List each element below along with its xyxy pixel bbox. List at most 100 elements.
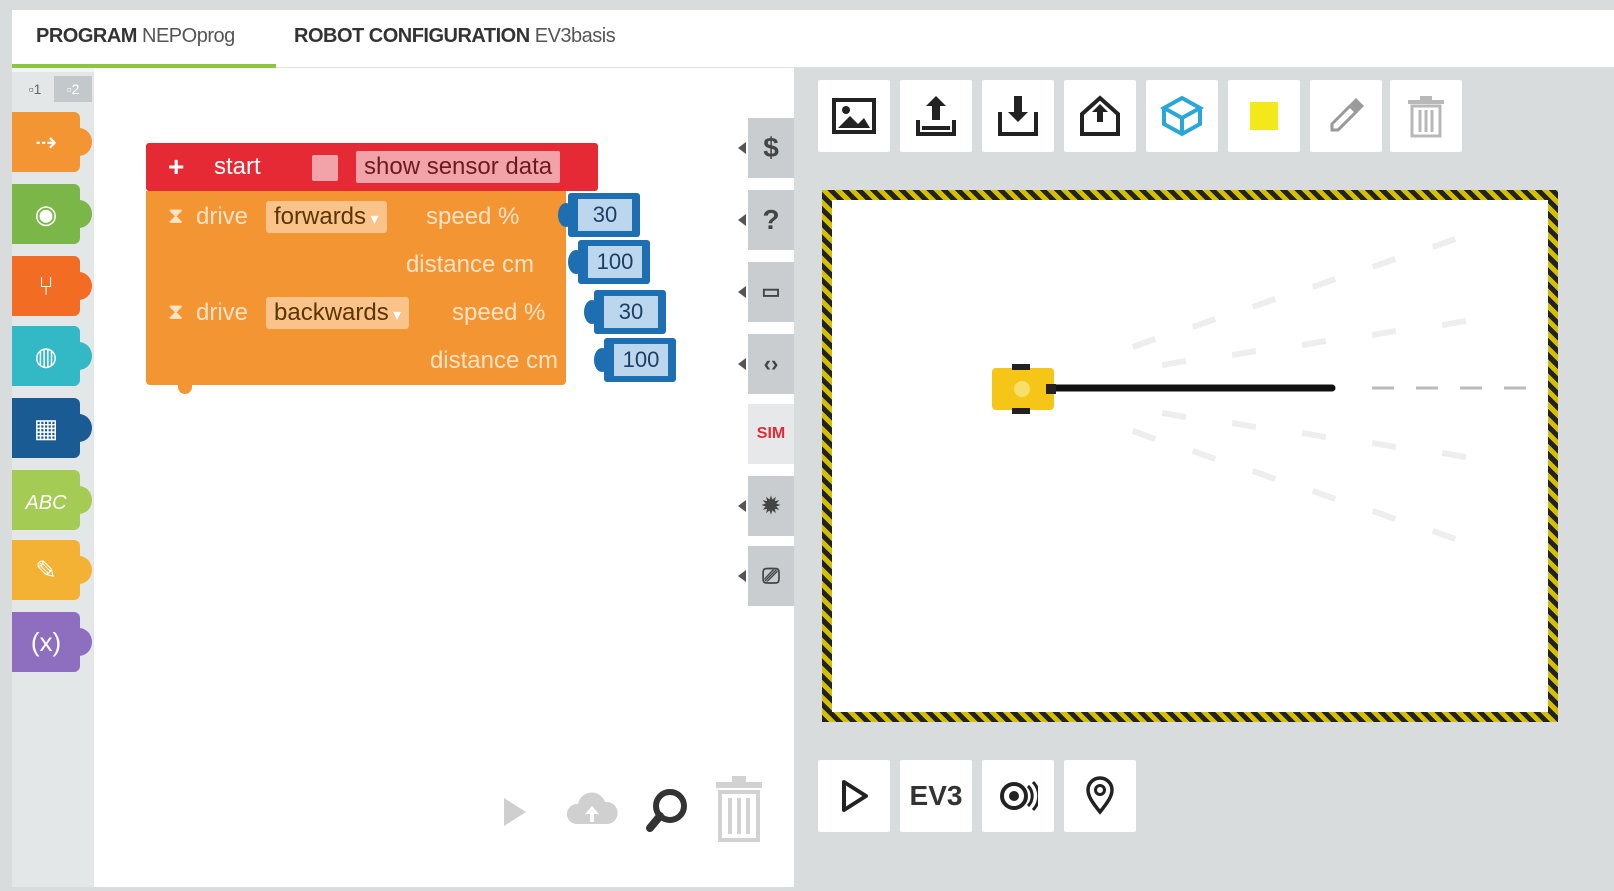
add-obstacle-button[interactable]: [1146, 80, 1218, 152]
speed-label: speed %: [452, 299, 546, 326]
trash-icon: [716, 776, 762, 842]
background-image-button[interactable]: [818, 80, 890, 152]
scene-drawing: [992, 236, 1532, 542]
direction-dropdown[interactable]: backwards: [266, 297, 410, 329]
ev3-label: EV3: [909, 780, 963, 811]
trash-button[interactable]: [710, 772, 768, 844]
category-math[interactable]: ▦: [12, 398, 92, 458]
show-sensor-checkbox[interactable]: [312, 155, 338, 181]
import-button[interactable]: [982, 80, 1054, 152]
distance-label: distance cm: [429, 347, 558, 374]
eyedropper-icon: [1330, 98, 1364, 132]
control-icon: ⑂: [38, 271, 54, 301]
tab-program[interactable]: PROGRAM NEPOprog: [12, 10, 276, 68]
add-color-area-button[interactable]: [1228, 80, 1300, 152]
tab-robot-configuration[interactable]: ROBOT CONFIGURATION EV3basis: [294, 10, 616, 68]
tab-program-label: PROGRAM: [36, 25, 137, 47]
image-icon: [832, 98, 876, 134]
play-icon: [842, 780, 868, 812]
yellow-square-icon: [1250, 102, 1278, 130]
program-workspace[interactable]: + start show sensor data ⧗ drive forward…: [94, 68, 794, 887]
zoom-reset-button[interactable]: [642, 784, 692, 836]
drive-block[interactable]: ⧗ drive backwards speed % distance cm: [146, 287, 566, 385]
colour-icon: ✎: [35, 555, 57, 585]
tab-config-name: EV3basis: [534, 25, 616, 47]
distance-value-block[interactable]: 100: [568, 240, 650, 284]
category-variables[interactable]: (x): [12, 612, 92, 672]
start-block[interactable]: + start show sensor data: [146, 143, 598, 191]
tab-info[interactable]: ▭: [738, 262, 794, 322]
tab-sim-view[interactable]: ⎚: [738, 546, 794, 606]
speed-label: speed %: [426, 203, 520, 230]
sensor-icon: ◉: [34, 199, 58, 229]
tab-program-name: NEPOprog: [142, 25, 235, 47]
sensor-icon: [1000, 780, 1038, 812]
level-2-button[interactable]: ▫2: [54, 76, 92, 102]
robot[interactable]: [992, 364, 1056, 414]
category-action[interactable]: ⇢: [12, 112, 92, 172]
block-notch: [178, 384, 192, 394]
tab-config-label: ROBOT CONFIGURATION: [294, 25, 530, 47]
category-control[interactable]: ⑂: [12, 256, 92, 316]
variables-icon: (x): [30, 627, 62, 657]
speed-value[interactable]: 30: [604, 296, 658, 328]
tab-bar: PROGRAM NEPOprog ROBOT CONFIGURATION EV3…: [12, 10, 1614, 68]
upload-program-button[interactable]: [562, 784, 622, 836]
cloud-icon: [566, 792, 618, 824]
help-icon: ?: [762, 204, 780, 235]
comment-icon: ▭: [761, 281, 781, 303]
start-label: start: [214, 153, 261, 180]
category-logic[interactable]: ◍: [12, 326, 92, 386]
tab-debug[interactable]: ✹: [738, 476, 794, 536]
action-icon: ⇢: [35, 127, 57, 157]
toolbox-level-switch: ▫1 ▫2: [12, 72, 94, 106]
logic-icon: ◍: [34, 341, 58, 371]
run-program-button[interactable]: [494, 786, 534, 838]
drive-label: drive: [196, 203, 249, 230]
download-icon: [998, 96, 1038, 136]
robot-view-button[interactable]: EV3: [900, 760, 972, 832]
magnifier-icon: [646, 789, 687, 832]
reset-pose-button[interactable]: [1064, 80, 1136, 152]
color-picker-button[interactable]: [1310, 80, 1382, 152]
plus-icon[interactable]: +: [168, 151, 184, 183]
distance-value-block[interactable]: 100: [594, 338, 676, 382]
upload-tray-icon: [1080, 95, 1120, 136]
hourglass-icon: ⧗: [168, 203, 184, 228]
simulation-scene[interactable]: [822, 190, 1558, 722]
speed-value-block[interactable]: 30: [584, 290, 666, 334]
screen-icon: ⎚: [762, 563, 780, 588]
level-1-button[interactable]: ▫1: [16, 76, 54, 102]
category-sensors[interactable]: ◉: [12, 184, 92, 244]
direction-dropdown[interactable]: forwards: [266, 201, 387, 233]
delete-element-button[interactable]: [1390, 80, 1462, 152]
upload-icon: [916, 96, 956, 136]
simulation-panel: EV3: [794, 68, 1614, 887]
sim-play-button[interactable]: [818, 760, 890, 832]
level-1-label: 1: [33, 81, 42, 97]
hourglass-icon: ⧗: [168, 299, 184, 324]
cube-icon: [1159, 95, 1205, 137]
drive-block[interactable]: ⧗ drive forwards speed % distance cm: [146, 191, 566, 287]
category-text[interactable]: ABC: [12, 470, 92, 530]
tab-source-code[interactable]: ‹›: [738, 334, 794, 394]
scene-canvas[interactable]: [832, 200, 1548, 712]
sensor-view-button[interactable]: [982, 760, 1054, 832]
bug-icon: ✹: [761, 493, 781, 518]
distance-label: distance cm: [405, 251, 534, 278]
tab-code-dollar[interactable]: $: [738, 118, 794, 178]
speed-value-block[interactable]: 30: [558, 193, 640, 237]
distance-value[interactable]: 100: [614, 344, 668, 376]
category-colours[interactable]: ✎: [12, 540, 92, 600]
play-icon: [504, 798, 526, 826]
side-tabs: $ ? ▭ ‹› SIM ✹ ⎚: [734, 118, 804, 608]
location-pin-icon: [1086, 776, 1114, 815]
distance-value[interactable]: 100: [588, 246, 642, 278]
math-icon: ▦: [33, 413, 59, 443]
export-button[interactable]: [900, 80, 972, 152]
speed-value[interactable]: 30: [578, 199, 632, 231]
robot-position-button[interactable]: [1064, 760, 1136, 832]
tab-simulation[interactable]: SIM: [748, 404, 804, 464]
tab-help[interactable]: ?: [738, 190, 794, 250]
level-2-label: 2: [71, 81, 80, 97]
